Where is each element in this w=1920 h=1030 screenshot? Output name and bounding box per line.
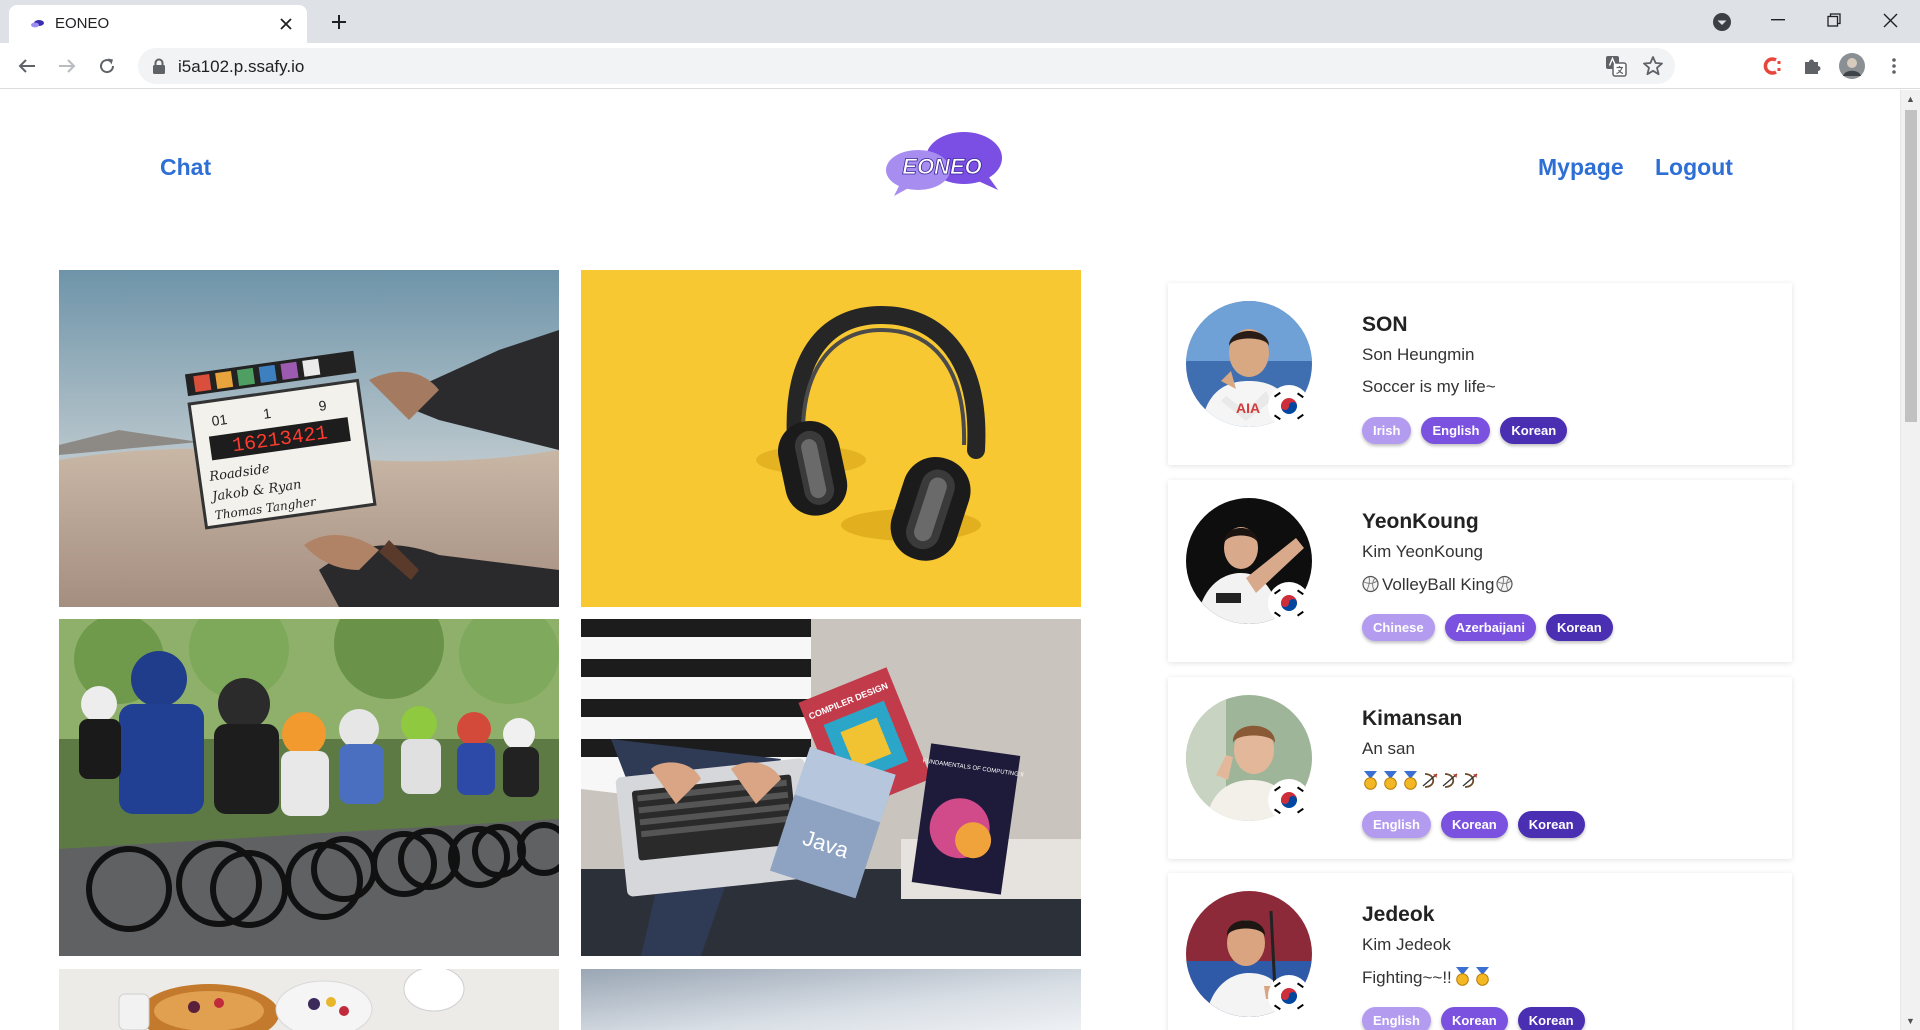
mypage-link[interactable]: Mypage (1538, 154, 1624, 181)
language-tag[interactable]: English (1421, 417, 1491, 444)
forward-arrow-icon[interactable] (53, 52, 81, 80)
korea-flag-icon (1270, 584, 1308, 622)
favicon-icon (31, 20, 44, 28)
gallery-image-gradient[interactable] (581, 969, 1081, 1030)
chat-link[interactable]: Chat (160, 154, 211, 181)
language-tags: Irish English Korean (1362, 417, 1568, 444)
language-tag[interactable]: Korean (1440, 1007, 1508, 1030)
svg-text:AIA: AIA (1236, 400, 1260, 416)
profile-avatar-icon[interactable] (1838, 52, 1866, 80)
bookmark-star-icon[interactable] (1641, 54, 1665, 78)
volleyball-icon (1496, 575, 1514, 593)
restore-icon[interactable] (1806, 0, 1862, 40)
gold-medal-icon (1404, 771, 1417, 790)
user-bio: VolleyBall King (1362, 574, 1516, 595)
logout-link[interactable]: Logout (1655, 154, 1733, 181)
user-bio (1362, 771, 1482, 792)
minimize-icon[interactable] (1750, 0, 1806, 40)
user-name: Kim YeonKoung (1362, 542, 1483, 561)
user-nickname: SON (1362, 313, 1408, 336)
language-tag[interactable]: Korean (1440, 811, 1508, 838)
svg-text:01: 01 (211, 411, 229, 429)
user-bio: Soccer is my life~ (1362, 377, 1496, 396)
user-name: Son Heungmin (1362, 345, 1475, 364)
user-name: An san (1362, 739, 1415, 758)
browser-toolbar: i5a102.p.ssafy.io (0, 43, 1920, 89)
reload-icon[interactable] (93, 52, 121, 80)
user-bio: Fighting~~!! (1362, 967, 1494, 988)
archery-icon (1422, 773, 1438, 788)
korea-flag-icon (1270, 387, 1308, 425)
language-tag[interactable]: Chinese (1362, 614, 1435, 641)
translate-icon[interactable] (1605, 55, 1627, 77)
language-tag[interactable]: Korean (1517, 1007, 1585, 1030)
web-page: Chat EONEO Mypage Logout 16213421 01 1 9… (0, 90, 1900, 1030)
language-tag[interactable]: Irish (1362, 417, 1412, 444)
close-tab-icon[interactable] (275, 13, 297, 35)
gallery-image-laptop-books[interactable]: COMPILER DESIGN Java FUNDAMENTALS OF COM… (581, 619, 1081, 956)
gallery-image-cycling[interactable] (59, 619, 559, 956)
language-tag[interactable]: Azerbaijani (1444, 614, 1536, 641)
user-card-yeonkoung[interactable]: YeonKoung Kim YeonKoung VolleyBall King … (1168, 480, 1792, 662)
browser-tab[interactable]: EONEO (9, 5, 307, 43)
archery-icon (1462, 773, 1478, 788)
back-arrow-icon[interactable] (13, 52, 41, 80)
address-bar[interactable]: i5a102.p.ssafy.io (138, 48, 1675, 84)
language-tag[interactable]: Korean (1517, 811, 1585, 838)
volleyball-icon (1362, 575, 1379, 593)
user-name: Kim Jedeok (1362, 935, 1451, 954)
language-tags: English Korean Korean (1362, 1007, 1585, 1030)
tab-search-icon[interactable] (1710, 10, 1734, 34)
korea-flag-icon (1270, 781, 1308, 819)
user-card-jedeok[interactable]: Jedeok Kim Jedeok Fighting~~!! English K… (1168, 873, 1792, 1030)
gold-medal-icon (1384, 771, 1397, 790)
gold-medal-icon (1475, 967, 1489, 986)
user-nickname: Jedeok (1362, 903, 1435, 926)
language-tag[interactable]: English (1362, 1007, 1431, 1030)
scroll-up-arrow-icon[interactable]: ▲ (1906, 94, 1915, 104)
gold-medal-icon (1455, 967, 1469, 986)
browser-tab-bar: EONEO (0, 0, 1920, 43)
gallery-image-breakfast[interactable] (59, 969, 559, 1030)
new-tab-icon[interactable] (325, 8, 353, 36)
vertical-scrollbar[interactable]: ▲ ▼ (1900, 90, 1920, 1030)
extension-c-icon[interactable] (1758, 52, 1786, 80)
user-nickname: Kimansan (1362, 707, 1463, 730)
user-bio-text: VolleyBall King (1382, 575, 1495, 594)
user-bio-text: Fighting~~!! (1362, 968, 1452, 987)
url-text: i5a102.p.ssafy.io (178, 57, 305, 76)
browser-menu-icon[interactable] (1880, 52, 1908, 80)
scrollbar-thumb[interactable] (1905, 110, 1917, 422)
svg-text:EONEO: EONEO (902, 154, 981, 179)
gold-medal-icon (1364, 771, 1377, 790)
eoneo-logo[interactable]: EONEO (884, 128, 1004, 198)
language-tags: English Korean Korean (1362, 811, 1585, 838)
close-window-icon[interactable] (1862, 0, 1918, 40)
archery-icon (1442, 773, 1458, 788)
korea-flag-icon (1270, 977, 1308, 1015)
language-tag[interactable]: English (1362, 811, 1431, 838)
user-card-son[interactable]: AIA SON Son Heungmin Soccer is my life~ … (1168, 283, 1792, 465)
extensions-puzzle-icon[interactable] (1798, 52, 1826, 80)
language-tag[interactable]: Korean (1500, 417, 1568, 444)
user-nickname: YeonKoung (1362, 510, 1479, 533)
language-tag[interactable]: Korean (1545, 614, 1613, 641)
user-card-kimansan[interactable]: Kimansan An san English Korean Korean (1168, 677, 1792, 859)
scroll-down-arrow-icon[interactable]: ▼ (1906, 1016, 1915, 1026)
gallery-image-headphones[interactable] (581, 270, 1081, 607)
gallery-image-clapperboard[interactable]: 16213421 01 1 9 Roadside Jakob & Ryan Th… (59, 270, 559, 607)
language-tags: Chinese Azerbaijani Korean (1362, 614, 1613, 641)
lock-icon (153, 58, 165, 74)
tab-title: EONEO (55, 15, 110, 32)
